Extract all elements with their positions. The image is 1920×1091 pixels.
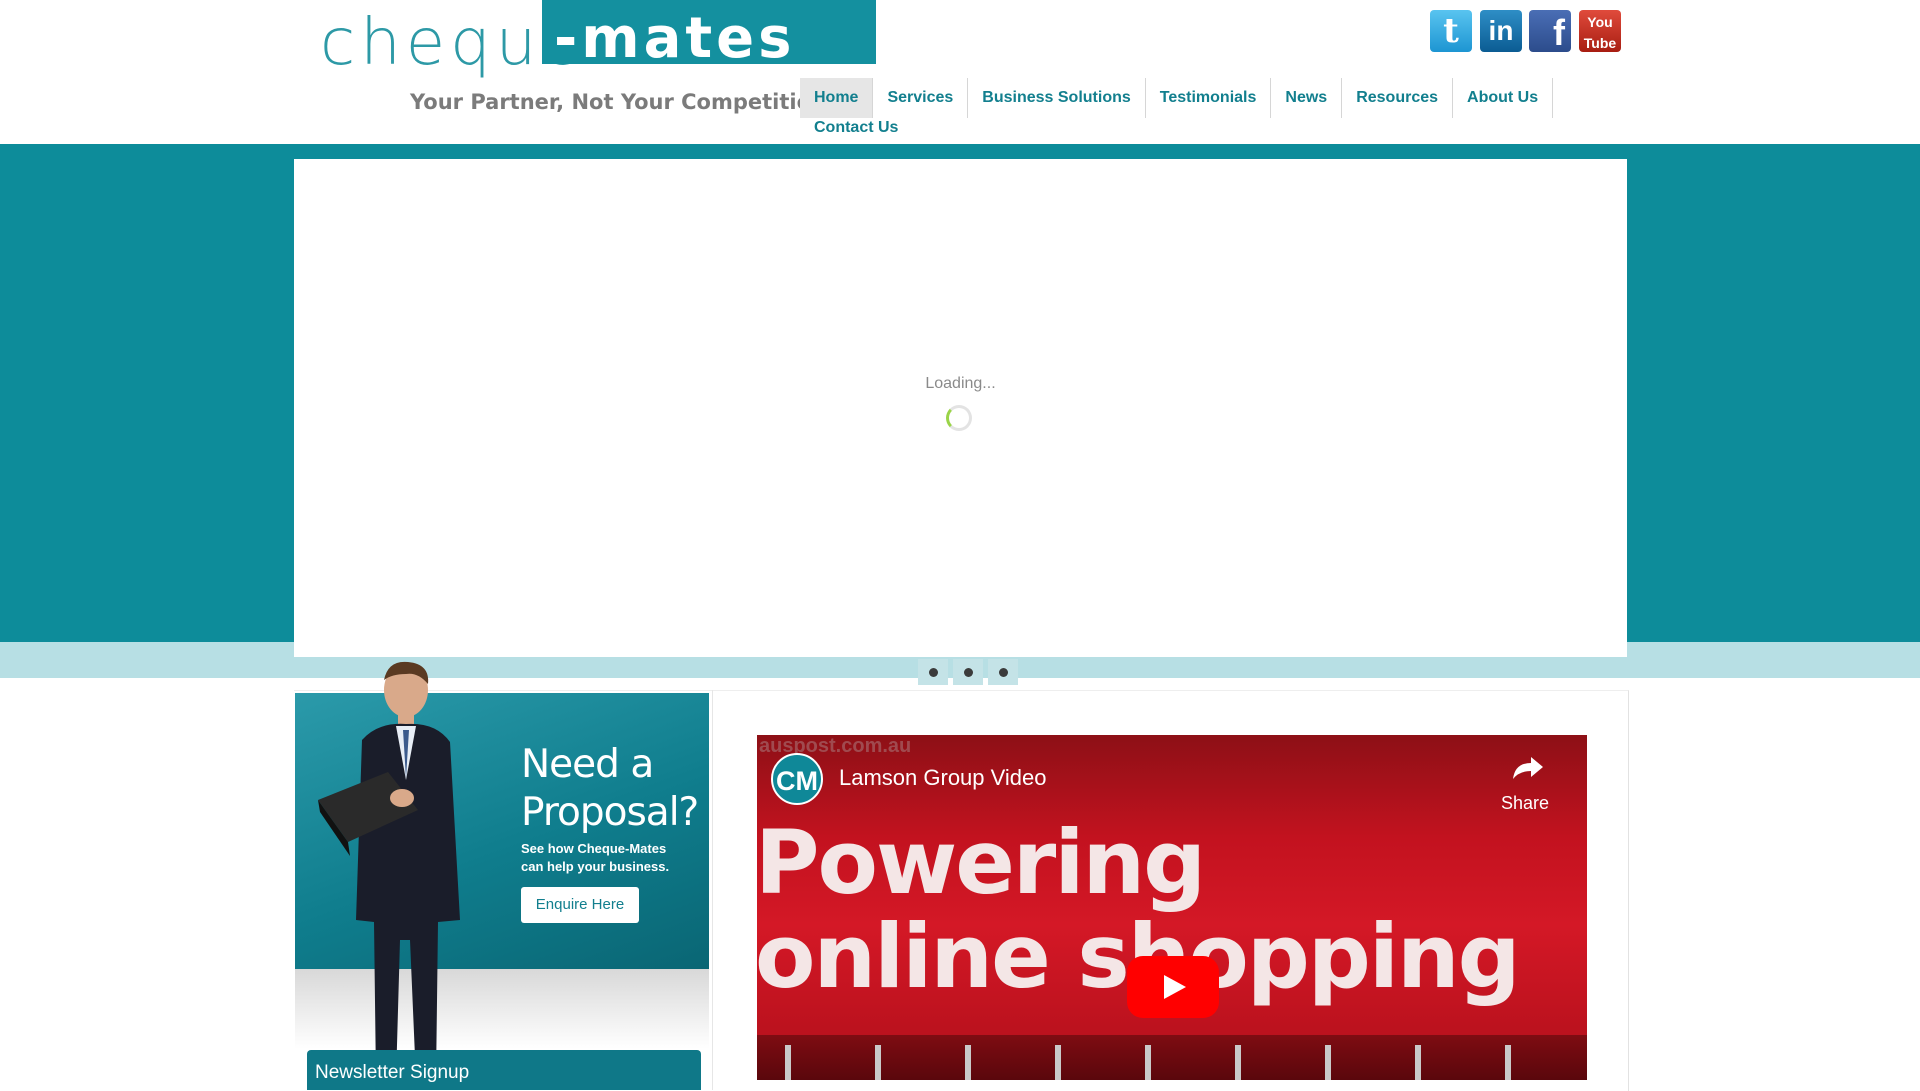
nav-item-about-us[interactable]: About Us (1453, 78, 1554, 118)
facebook-icon[interactable]: f (1529, 10, 1571, 53)
businessman-image (318, 661, 460, 1080)
hero-slider: Loading... (294, 159, 1627, 657)
promo-heading: Need a Proposal? (521, 742, 699, 835)
slider-dot[interactable] (918, 659, 948, 685)
slider-dot[interactable] (988, 659, 1018, 685)
enquire-here-button[interactable]: Enquire Here (521, 887, 639, 923)
main-navigation: Home Services Business Solutions Testimo… (800, 78, 1620, 138)
site-logo[interactable]: cheque -mates Your Partner, Not Your Com… (316, 0, 876, 124)
video-title[interactable]: Lamson Group Video (839, 765, 1047, 791)
nav-item-resources[interactable]: Resources (1342, 78, 1454, 118)
twitter-icon[interactable]: t (1430, 10, 1472, 52)
logo-text-mates: -mates (554, 6, 796, 71)
play-button[interactable] (1127, 956, 1219, 1018)
site-header: cheque -mates Your Partner, Not Your Com… (0, 0, 1920, 144)
nav-item-business-solutions[interactable]: Business Solutions (968, 78, 1146, 118)
channel-avatar[interactable]: CM (771, 753, 823, 805)
video-watermark: auspost.com.au (759, 735, 912, 757)
nav-item-testimonials[interactable]: Testimonials (1146, 78, 1272, 118)
nav-item-news[interactable]: News (1271, 78, 1343, 118)
video-headline-line1: Powering (757, 811, 1206, 914)
loading-spinner-icon (946, 405, 972, 431)
logo-teal-block: -mates (542, 0, 876, 71)
video-rail-posts (785, 1045, 1511, 1080)
promo-subtext: See how Cheque-Mates can help your busin… (521, 841, 670, 874)
linkedin-icon[interactable]: in (1480, 10, 1522, 52)
nav-item-contact-us[interactable]: Contact Us (800, 118, 912, 138)
slider-pagination (918, 659, 1023, 685)
share-label[interactable]: Share (1501, 793, 1549, 814)
logo-tagline: Your Partner, Not Your Competition (410, 90, 826, 114)
nav-item-services[interactable]: Services (873, 78, 969, 118)
youtube-video-embed[interactable]: auspost.com.au CM Lamson Group Video Sha… (757, 735, 1587, 1080)
newsletter-signup-header: Newsletter Signup (307, 1050, 701, 1090)
slider-dot[interactable] (953, 659, 983, 685)
loading-text: Loading... (925, 375, 996, 392)
share-icon[interactable] (1509, 753, 1549, 783)
youtube-icon[interactable]: You Tube (1579, 10, 1621, 52)
nav-item-home[interactable]: Home (800, 78, 874, 118)
